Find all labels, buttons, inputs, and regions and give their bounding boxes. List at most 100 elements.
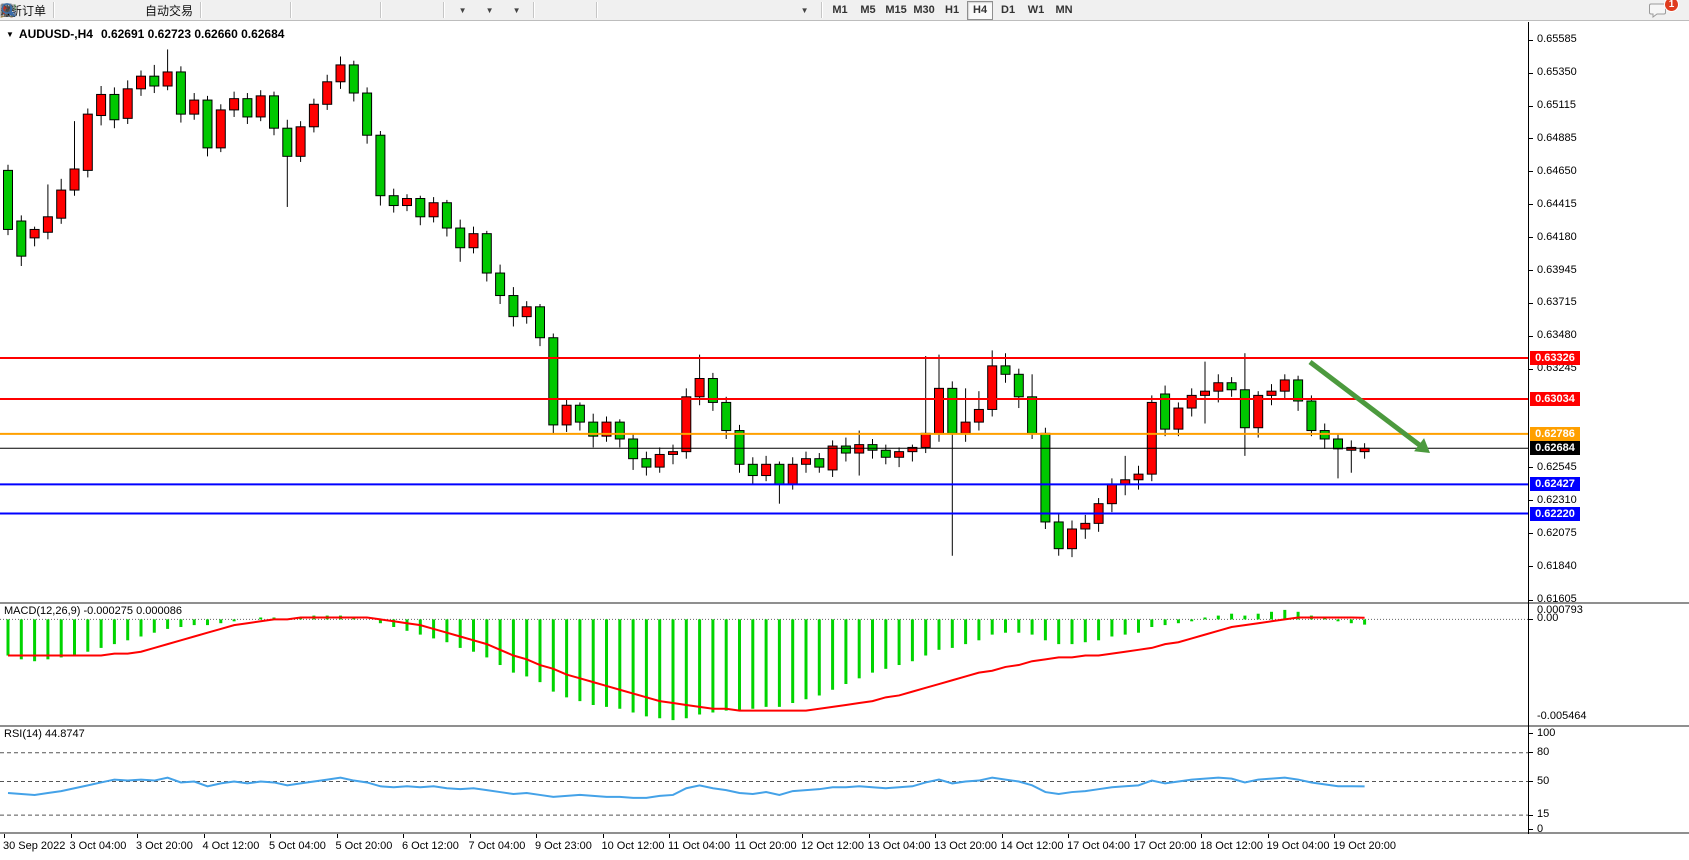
separator	[200, 2, 201, 18]
zoom-out-button[interactable]	[322, 0, 349, 21]
bar-chart-button[interactable]	[205, 0, 232, 21]
time-tick-label: 19 Oct 20:00	[1333, 840, 1396, 852]
channel-tool-button[interactable]: E	[682, 0, 709, 21]
rsi-pane[interactable]	[0, 727, 1528, 831]
price-tick-label: 0.65585	[1537, 33, 1577, 46]
vertical-line-tool-button[interactable]	[601, 0, 628, 21]
macd-axis-label: -0.005464	[1537, 710, 1587, 723]
timeframe-M15[interactable]: M15	[883, 1, 909, 20]
timeframe-H4[interactable]: H4	[967, 1, 993, 20]
price-tick	[1529, 467, 1533, 468]
timeframes-menu-button[interactable]: ▼	[475, 0, 502, 21]
timeframe-W1[interactable]: W1	[1023, 1, 1049, 20]
text-label-tool-button[interactable]: T	[763, 0, 790, 21]
price-tick	[1529, 533, 1533, 534]
signal-button[interactable]	[112, 0, 139, 21]
time-tick-label: 11 Oct 20:00	[735, 840, 797, 852]
auto-scroll-button[interactable]	[412, 0, 439, 21]
fibonacci-tool-button[interactable]: F	[709, 0, 736, 21]
timeframe-buttons: M1M5M15M30H1H4D1W1MN	[826, 1, 1078, 20]
rsi-label: RSI(14) 44.8747	[4, 728, 85, 740]
timeframe-MN[interactable]: MN	[1051, 1, 1077, 20]
market-watch-button[interactable]	[85, 0, 112, 21]
timeframe-H1[interactable]: H1	[939, 1, 965, 20]
trendline-tool-button[interactable]	[655, 0, 682, 21]
indicators-button[interactable]: ▼	[502, 0, 529, 21]
arrows-tool-button[interactable]: ▼	[790, 0, 817, 21]
pane-separator[interactable]	[0, 602, 1689, 605]
price-tick	[1529, 204, 1533, 205]
time-tick	[1068, 834, 1069, 838]
rsi-tick	[1529, 733, 1533, 734]
price-tick	[1529, 73, 1533, 74]
time-tick	[1002, 834, 1003, 838]
cursor-tool-button[interactable]	[538, 0, 565, 21]
time-tick-label: 9 Oct 23:00	[535, 840, 592, 852]
main-price-chart[interactable]	[0, 22, 1528, 602]
timeframe-M5[interactable]: M5	[855, 1, 881, 20]
candlestick-button[interactable]	[232, 0, 259, 21]
price-tick-label: 0.64650	[1537, 165, 1577, 178]
price-tick-label: 0.65115	[1537, 99, 1576, 112]
rsi-tick	[1529, 781, 1533, 782]
time-tick	[137, 834, 138, 838]
price-tick	[1529, 270, 1533, 271]
styler-button[interactable]	[58, 0, 85, 21]
price-tick	[1529, 369, 1533, 370]
price-tick-label: 0.64885	[1537, 132, 1577, 145]
time-tick-label: 17 Oct 04:00	[1067, 840, 1130, 852]
price-tick-label: 0.63715	[1537, 296, 1577, 309]
macd-pane[interactable]	[0, 604, 1528, 723]
time-tick-label: 3 Oct 20:00	[136, 840, 193, 852]
price-tick	[1529, 106, 1533, 107]
new-chart-button[interactable]: ▼	[448, 0, 475, 21]
price-tick	[1529, 40, 1533, 41]
price-tick-label: 0.63480	[1537, 329, 1577, 342]
time-tick	[669, 834, 670, 838]
horizontal-line-tool-button[interactable]	[628, 0, 655, 21]
timeframe-M1[interactable]: M1	[827, 1, 853, 20]
time-axis[interactable]: 30 Sep 20223 Oct 04:003 Oct 20:004 Oct 1…	[0, 834, 1689, 860]
time-tick-label: 30 Sep 2022	[3, 840, 65, 852]
price-tick	[1529, 600, 1533, 601]
separator	[443, 2, 444, 18]
toolbar: 新订单	[0, 0, 1689, 21]
pane-separator[interactable]	[0, 725, 1689, 728]
line-chart-button[interactable]	[259, 0, 286, 21]
chart-window: ▼ AUDUSD-,H4 0.62691 0.62723 0.62660 0.6…	[0, 21, 1689, 860]
chart-shift-button[interactable]	[385, 0, 412, 21]
time-tick	[4, 834, 5, 838]
time-tick-label: 4 Oct 12:00	[203, 840, 260, 852]
tile-windows-button[interactable]	[349, 0, 376, 21]
chart-collapse-icon[interactable]: ▼	[6, 30, 14, 39]
price-tick-label: 0.64180	[1537, 231, 1577, 244]
price-tick	[1529, 138, 1533, 139]
zoom-in-button[interactable]	[295, 0, 322, 21]
macd-label: MACD(12,26,9) -0.000275 0.000086	[4, 605, 182, 617]
time-tick-label: 17 Oct 20:00	[1134, 840, 1197, 852]
caret-down-icon: ▼	[801, 6, 809, 15]
search-button[interactable]	[1621, 0, 1648, 21]
price-tick-label: 0.62310	[1537, 494, 1577, 507]
time-tick	[1135, 834, 1136, 838]
time-tick-label: 18 Oct 12:00	[1200, 840, 1263, 852]
auto-trading-button[interactable]: 自动交易	[139, 0, 196, 21]
timeframe-D1[interactable]: D1	[995, 1, 1021, 20]
time-tick-label: 6 Oct 12:00	[402, 840, 459, 852]
price-tick-label: 0.64415	[1537, 198, 1577, 211]
price-tick	[1529, 336, 1533, 337]
ohlc-values: 0.62691 0.62723 0.62660 0.62684	[101, 27, 285, 41]
separator	[821, 2, 822, 18]
time-tick	[204, 834, 205, 838]
timeframe-M30[interactable]: M30	[911, 1, 937, 20]
notifications-button[interactable]: 1	[1648, 0, 1675, 21]
symbol-period-label: AUDUSD-,H4	[19, 27, 93, 41]
time-tick-label: 10 Oct 12:00	[602, 840, 665, 852]
rsi-tick	[1529, 752, 1533, 753]
text-tool-button[interactable]: A	[736, 0, 763, 21]
caret-down-icon: ▼	[486, 6, 494, 15]
rsi-axis-label: 80	[1537, 746, 1549, 759]
price-tick	[1529, 303, 1533, 304]
level-price-label: 0.62684	[1530, 441, 1580, 455]
crosshair-tool-button[interactable]	[565, 0, 592, 21]
